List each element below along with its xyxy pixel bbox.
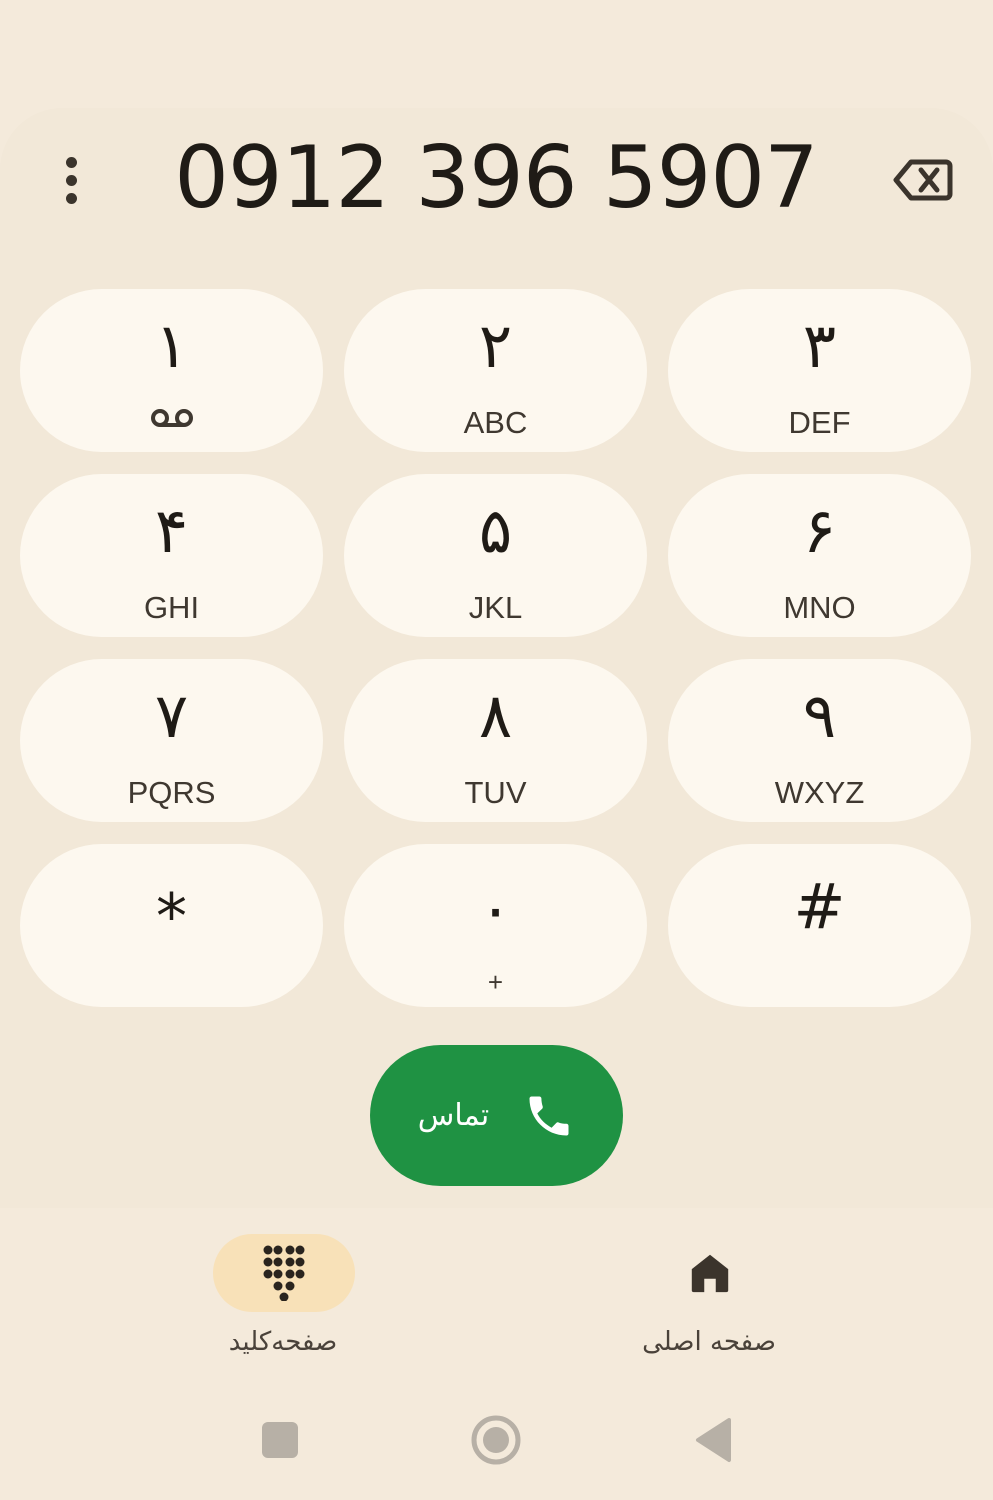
phone-icon (529, 1096, 569, 1135)
more-options-icon (65, 156, 77, 168)
dialpad-icon (263, 1245, 305, 1301)
key-letters: GHI (143, 590, 200, 625)
call-button[interactable]: تماس (370, 1045, 623, 1186)
key-letters: JKL (468, 590, 523, 625)
key-digit: ۶ (802, 494, 837, 567)
key-1[interactable]: ۱ (20, 289, 323, 452)
backspace-icon (893, 159, 953, 201)
key-letters: + (487, 967, 504, 997)
call-label: تماس (417, 1097, 490, 1133)
key-9[interactable]: ۹ WXYZ (668, 659, 971, 822)
keypad: ۱ ۲ ABC ۳ DEF ۴ GHI ۵ JKL ۶ MNO ۷ PQRS ۸… (20, 289, 972, 1007)
back-button[interactable] (688, 1405, 738, 1475)
more-options-icon-dot (65, 174, 77, 186)
dialed-number[interactable]: 0912 396 5907 (140, 128, 852, 228)
nav-home-pill (639, 1234, 781, 1312)
key-letters: DEF (788, 405, 851, 440)
key-digit: ۱ (154, 309, 189, 382)
key-0[interactable]: ۰ + (344, 844, 647, 1007)
voicemail-icon (150, 409, 193, 427)
backspace-button[interactable] (888, 150, 958, 210)
more-options-icon-dot (65, 192, 77, 204)
key-digit: ۵ (478, 494, 513, 567)
key-7[interactable]: ۷ PQRS (20, 659, 323, 822)
key-2[interactable]: ۲ ABC (344, 289, 647, 452)
key-letters: ABC (463, 405, 528, 440)
back-triangle-icon (696, 1418, 731, 1462)
nav-keypad-label: صفحه‌کلید (228, 1327, 338, 1357)
key-digit: ۴ (154, 494, 189, 567)
key-3[interactable]: ۳ DEF (668, 289, 971, 452)
key-digit: ۲ (478, 309, 513, 382)
key-digit: ۰ (478, 872, 513, 945)
key-digit: ۹ (802, 679, 837, 752)
key-letters: WXYZ (774, 775, 865, 810)
key-digit: ۷ (154, 679, 189, 752)
more-options-button[interactable] (46, 150, 96, 210)
key-digit: * (156, 880, 187, 953)
key-6[interactable]: ۶ MNO (668, 474, 971, 637)
home-nav-button[interactable] (466, 1405, 526, 1475)
key-digit: ۳ (802, 309, 837, 382)
key-digit: # (793, 870, 846, 943)
voicemail-row (20, 407, 323, 429)
nav-keypad[interactable]: صفحه‌کلید (183, 1234, 383, 1364)
key-letters: TUV (464, 775, 527, 810)
key-8[interactable]: ۸ TUV (344, 659, 647, 822)
key-letters: MNO (783, 590, 856, 625)
dialer-screen: 0912 396 5907 ۱ ۲ ABC ۳ DEF ۴ GHI ۵ JKL … (0, 0, 993, 1500)
key-5[interactable]: ۵ JKL (344, 474, 647, 637)
key-4[interactable]: ۴ GHI (20, 474, 323, 637)
home-icon (691, 1254, 729, 1293)
circle-home-icon (471, 1415, 521, 1465)
recents-button[interactable] (255, 1405, 305, 1475)
key-hash[interactable]: # (668, 844, 971, 1007)
key-letters: PQRS (127, 775, 216, 810)
recents-icon (262, 1422, 298, 1458)
key-star[interactable]: * (20, 844, 323, 1007)
nav-home-label: صفحه اصلی (642, 1327, 776, 1357)
nav-keypad-pill (213, 1234, 355, 1312)
nav-home[interactable]: صفحه اصلی (609, 1234, 809, 1364)
key-digit: ۸ (478, 679, 513, 752)
